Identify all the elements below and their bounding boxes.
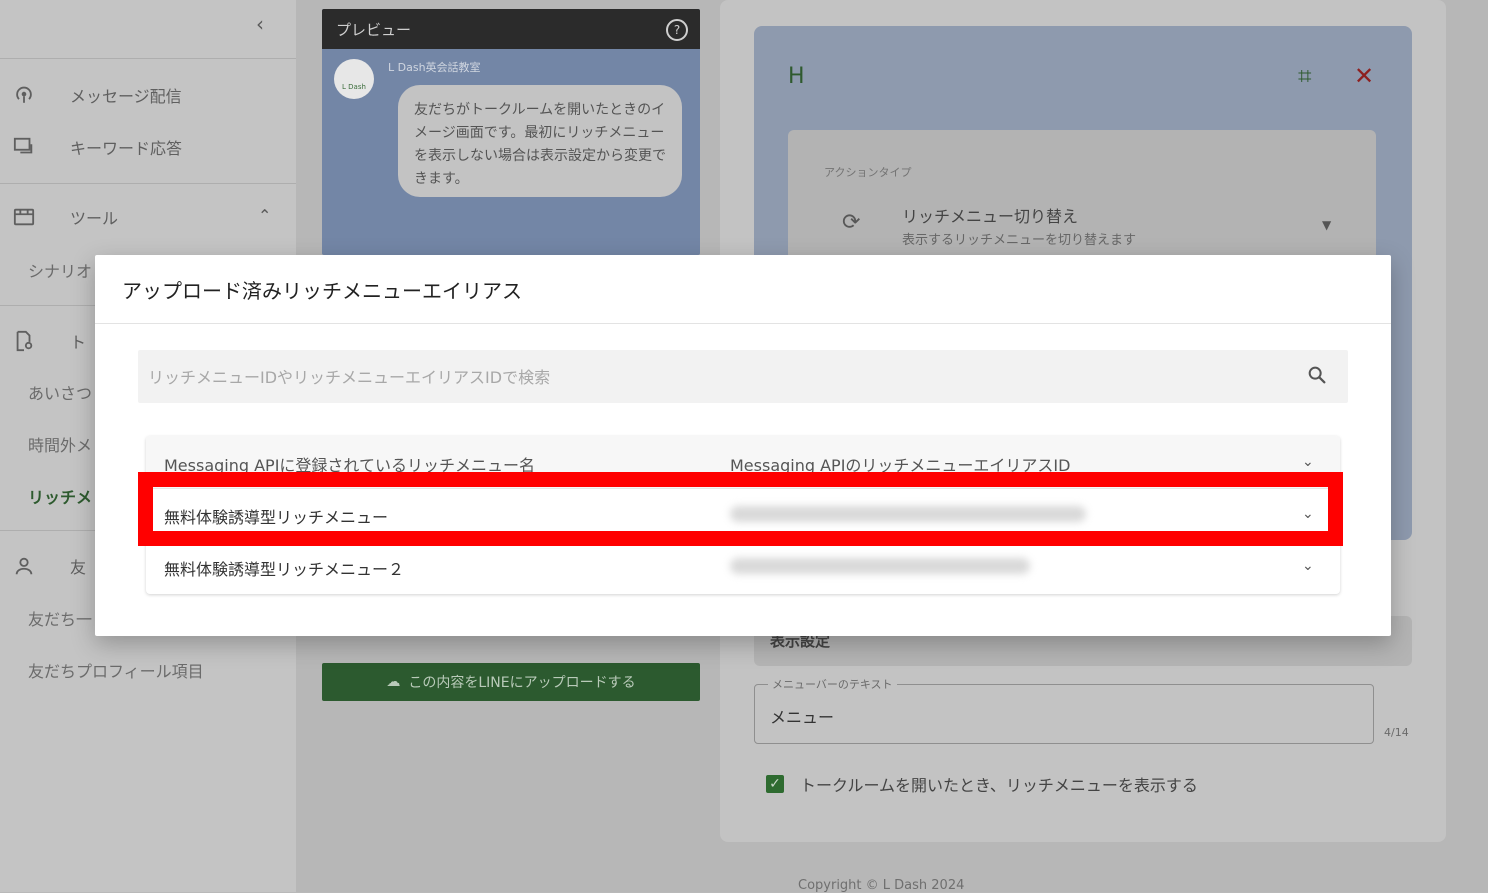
chevron-down-icon[interactable]: ⌄: [1302, 558, 1314, 574]
chevron-up-icon[interactable]: ⌃: [258, 206, 271, 225]
sidebar-item-label: キーワード応答: [70, 139, 183, 158]
sidebar-item-richmenu[interactable]: リッチメ: [28, 484, 92, 508]
help-circle-icon[interactable]: ?: [666, 19, 688, 41]
preview-title: プレビュー: [336, 20, 412, 39]
char-counter: 4/14: [1384, 726, 1409, 739]
sidebar-item-label: 友: [70, 558, 87, 577]
person-icon: [12, 554, 36, 578]
menubar-text-field[interactable]: [754, 684, 1374, 744]
chat-reply-icon: [12, 135, 36, 159]
sidebar-item-keyword-reply[interactable]: キーワード応答: [12, 134, 182, 160]
row-name: 無料体験誘導型リッチメニュー２: [164, 560, 405, 579]
action-type-value: リッチメニュー切り替え: [902, 207, 1079, 226]
show-richmenu-checkbox[interactable]: ✓: [766, 775, 784, 793]
menubar-text-label: メニューバーのテキスト: [768, 676, 897, 692]
action-type-description: 表示するリッチメニューを切り替えます: [902, 233, 1137, 248]
refresh-icon: ⟳: [842, 210, 861, 235]
broadcast-icon: [12, 83, 36, 107]
sidebar-item-label: メッセージ配信: [70, 87, 182, 106]
toolbox-icon: [12, 205, 36, 229]
settings-doc-icon: [12, 329, 36, 353]
chevron-left-icon[interactable]: ‹: [256, 12, 264, 36]
sidebar-item-after-hours[interactable]: 時間外メ: [28, 432, 92, 456]
search-input[interactable]: [148, 366, 1288, 388]
close-icon[interactable]: ✕: [1354, 62, 1374, 90]
area-letter: H: [788, 64, 805, 89]
divider: [95, 323, 1391, 324]
sidebar-item-greeting[interactable]: あいさつ: [28, 380, 92, 404]
sidebar-item-friend-profile[interactable]: 友だちプロフィール項目: [28, 658, 204, 682]
row-alias-id-redacted: [730, 558, 1030, 574]
divider: [0, 183, 296, 184]
dialog-title: アップロード済みリッチメニューエイリアス: [122, 279, 522, 303]
upload-button-label: この内容をLINEにアップロードする: [408, 675, 636, 691]
divider: [0, 58, 296, 59]
sidebar-item-scenario[interactable]: シナリオ: [28, 258, 92, 282]
richmenu-preview: プレビュー ? L Dash L Dash英会話教室 友だちがトークルームを開い…: [322, 9, 700, 255]
caret-down-icon[interactable]: ▼: [1322, 218, 1331, 232]
sidebar-item-friends-list[interactable]: 友だち一: [28, 606, 92, 630]
avatar: L Dash: [334, 59, 374, 99]
search-icon[interactable]: [1306, 364, 1328, 386]
show-richmenu-label[interactable]: トークルームを開いたとき、リッチメニューを表示する: [800, 772, 1198, 796]
chat-bubble: 友だちがトークルームを開いたときのイメージ画面です。最初にリッチメニューを表示し…: [398, 85, 682, 197]
copyright: Copyright © L Dash 2024: [798, 878, 965, 893]
bot-name: L Dash英会話教室: [388, 61, 481, 74]
chevron-down-icon[interactable]: ⌄: [1302, 454, 1314, 470]
menubar-text-value[interactable]: メニュー: [770, 704, 834, 728]
sidebar-item-friends[interactable]: 友: [12, 553, 86, 579]
sidebar-item-label: ツール: [70, 209, 119, 228]
crop-icon[interactable]: ⌗: [1298, 62, 1312, 90]
cloud-upload-icon: ☁: [386, 674, 401, 690]
highlight-box: [138, 472, 1343, 546]
sidebar-item-label: ト: [70, 333, 87, 352]
upload-to-line-button[interactable]: ☁ この内容をLINEにアップロードする: [322, 663, 700, 701]
sidebar-item-tools[interactable]: ツール: [12, 204, 118, 230]
preview-header: プレビュー: [322, 9, 700, 49]
sidebar-item-talk[interactable]: ト: [12, 328, 86, 354]
sidebar-item-message-broadcast[interactable]: メッセージ配信: [12, 82, 182, 108]
action-type-label: アクションタイプ: [824, 166, 912, 179]
